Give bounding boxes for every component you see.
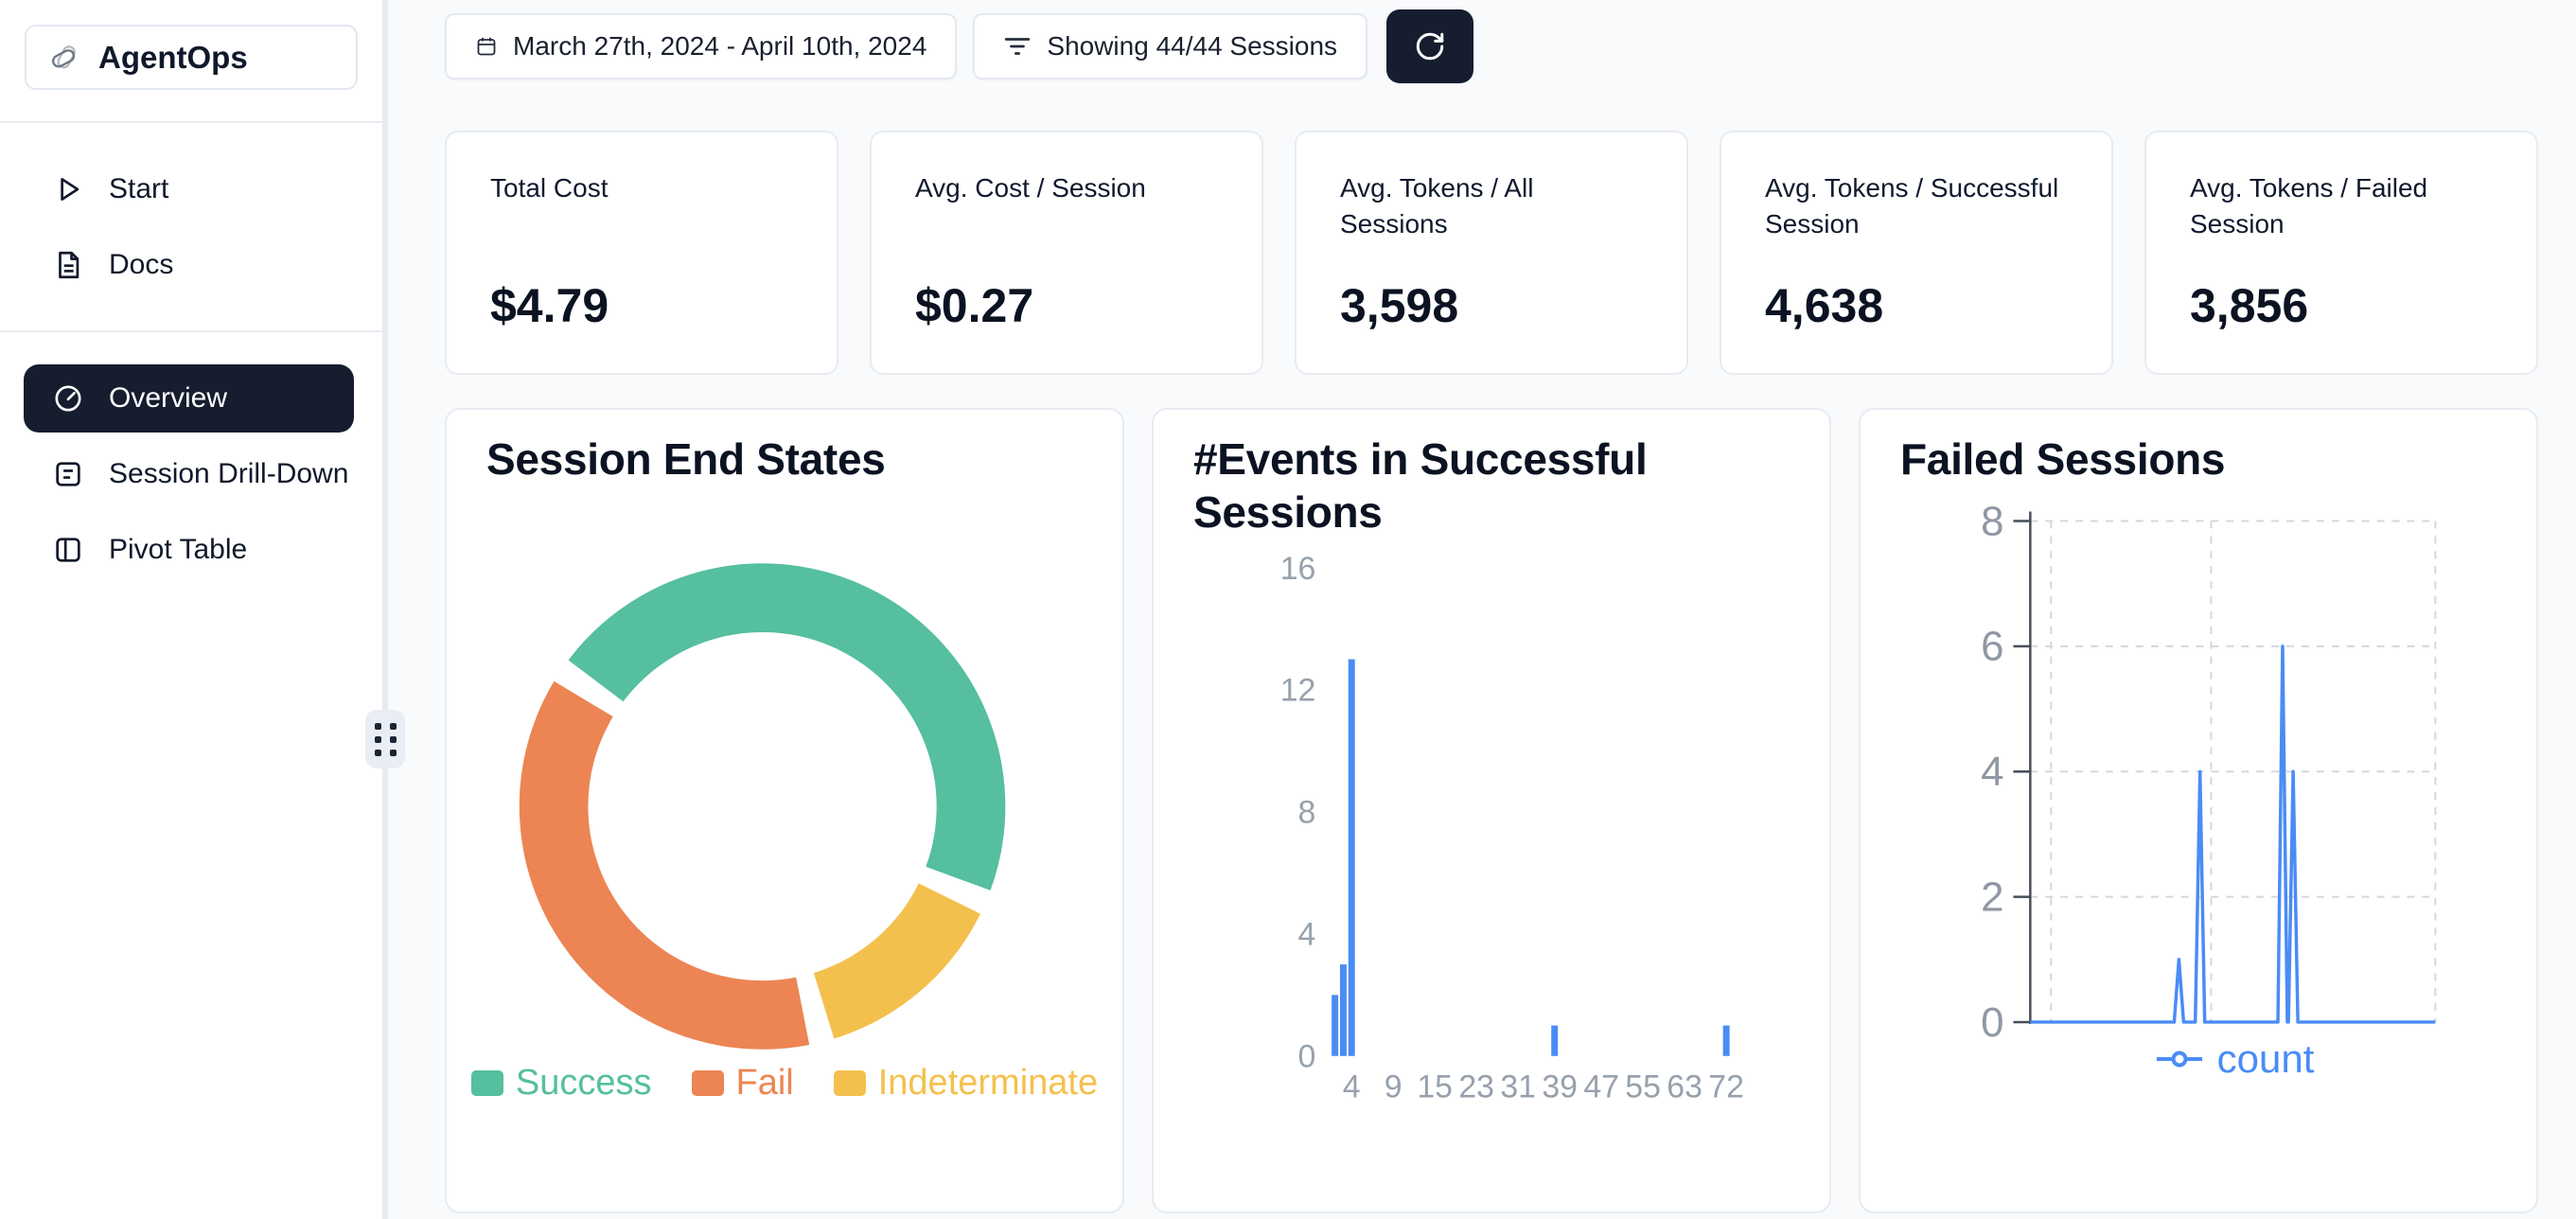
stat-card: Avg. Cost / Session $0.27 [870, 131, 1263, 375]
stat-card: Total Cost $4.79 [445, 131, 838, 375]
x-tick-label: 47 [1583, 1069, 1619, 1105]
y-tick-label: 8 [1981, 498, 2003, 544]
main-content: March 27th, 2024 - April 10th, 2024 Show… [388, 0, 2576, 1219]
histogram-bar [1551, 1026, 1558, 1056]
x-tick-label: 72 [1708, 1069, 1744, 1105]
x-tick-label: 63 [1667, 1069, 1703, 1105]
events-histogram-card: #Events in Successful Sessions 048121649… [1152, 408, 1831, 1213]
sidebar-item-label: Docs [109, 249, 173, 281]
x-tick-label: 15 [1417, 1069, 1453, 1105]
stat-label: Avg. Tokens / Failed Session [2190, 170, 2493, 241]
sidebar-item-session-drill-down[interactable]: Session Drill-Down [0, 440, 382, 508]
count-line [2030, 646, 2435, 1022]
line-legend-marker-icon [2155, 1051, 2204, 1068]
x-tick-label: 31 [1500, 1069, 1536, 1105]
agentops-logo-icon [49, 42, 81, 74]
agentops-dashboard: AgentOps Start Docs Overview Session Drill… [0, 0, 2576, 1219]
stat-label: Total Cost [490, 170, 793, 206]
y-tick-label: 12 [1280, 673, 1316, 709]
session-filter-button[interactable]: Showing 44/44 Sessions [973, 13, 1367, 80]
histogram-bar [1723, 1026, 1730, 1056]
drilldown-icon [52, 458, 84, 490]
sidebar-item-pivot-table[interactable]: Pivot Table [0, 516, 382, 584]
stat-value: 3,598 [1340, 278, 1643, 333]
legend-item-fail[interactable]: Fail [692, 1063, 794, 1104]
session-filter-label: Showing 44/44 Sessions [1047, 31, 1337, 62]
histogram-bar [1349, 660, 1355, 1056]
legend-item-indeterminate[interactable]: Indeterminate [834, 1063, 1098, 1104]
play-icon [52, 173, 84, 205]
y-tick-label: 4 [1298, 917, 1316, 953]
y-tick-label: 16 [1280, 551, 1316, 587]
docs-icon [52, 249, 84, 281]
events-bar-chart: 0481216491523313947556372 [1154, 410, 1829, 1211]
stat-value: 3,856 [2190, 278, 2493, 333]
stat-value: $0.27 [915, 278, 1218, 333]
donut-segment-indeterminate [824, 898, 950, 1005]
y-tick-label: 2 [1981, 874, 2003, 920]
failed-sessions-card: Failed Sessions 02468 count [1859, 408, 2538, 1213]
legend-label: Fail [736, 1063, 794, 1104]
sidebar-menu-top: Start Docs [0, 155, 382, 299]
stat-card: Avg. Tokens / Failed Session 3,856 [2144, 131, 2538, 375]
sidebar-item-start[interactable]: Start [0, 155, 382, 223]
x-tick-label: 23 [1458, 1069, 1494, 1105]
legend-item-success[interactable]: Success [471, 1063, 652, 1104]
sidebar-divider [0, 330, 382, 332]
stat-label: Avg. Cost / Session [915, 170, 1218, 206]
x-tick-label: 9 [1385, 1069, 1403, 1105]
refresh-button[interactable] [1386, 9, 1473, 83]
legend-label: Indeterminate [878, 1063, 1098, 1104]
sidebar-item-label: Overview [109, 382, 227, 415]
sidebar-item-label: Session Drill-Down [109, 458, 348, 490]
sidebar-menu-main: Overview Session Drill-Down Pivot Table [0, 364, 382, 584]
topbar: March 27th, 2024 - April 10th, 2024 Show… [445, 9, 2538, 83]
sidebar-resize-handle[interactable] [365, 710, 405, 768]
x-tick-label: 55 [1625, 1069, 1661, 1105]
y-tick-label: 0 [1298, 1039, 1316, 1075]
stat-value: 4,638 [1765, 278, 2068, 333]
legend-swatch [692, 1070, 724, 1096]
sidebar: AgentOps Start Docs Overview Session Drill… [0, 0, 388, 1219]
pivot-icon [52, 534, 84, 566]
x-tick-label: 4 [1343, 1069, 1361, 1105]
stat-label: Avg. Tokens / All Sessions [1340, 170, 1643, 241]
sidebar-item-label: Pivot Table [109, 534, 247, 566]
calendar-icon [475, 35, 498, 58]
refresh-icon [1414, 30, 1446, 62]
logo-text: AgentOps [98, 40, 248, 76]
histogram-bar [1332, 995, 1338, 1055]
stat-value: $4.79 [490, 278, 793, 333]
donut-segment-fail [554, 698, 803, 1015]
logo[interactable]: AgentOps [25, 25, 358, 90]
y-tick-label: 6 [1981, 624, 2003, 670]
gauge-icon [52, 382, 84, 415]
stat-label: Avg. Tokens / Successful Session [1765, 170, 2068, 241]
sidebar-item-label: Start [109, 173, 168, 205]
stats-row: Total Cost$4.79Avg. Cost / Session$0.27A… [445, 131, 2538, 375]
legend-swatch [471, 1070, 503, 1096]
filter-icon [1003, 32, 1032, 61]
legend-label: Success [516, 1063, 652, 1104]
legend-swatch [834, 1070, 866, 1096]
y-tick-label: 4 [1981, 749, 2003, 795]
y-tick-label: 8 [1298, 795, 1316, 831]
stat-card: Avg. Tokens / Successful Session 4,638 [1720, 131, 2113, 375]
stat-card: Avg. Tokens / All Sessions 3,598 [1295, 131, 1688, 375]
donut-segment-success [596, 598, 971, 879]
charts-row: Session End States SuccessFailIndetermin… [445, 408, 2538, 1213]
failed-sessions-line-chart: 0 2 4 6 8 [1861, 410, 2536, 1211]
sidebar-item-docs[interactable]: Docs [0, 231, 382, 299]
date-range-button[interactable]: March 27th, 2024 - April 10th, 2024 [445, 13, 957, 80]
date-range-label: March 27th, 2024 - April 10th, 2024 [513, 31, 926, 62]
line-legend-label: count [2217, 1036, 2315, 1082]
x-tick-label: 39 [1542, 1069, 1578, 1105]
line-chart-legend[interactable]: count [2031, 1036, 2438, 1082]
donut-legend: Success Fail Indeterminate [447, 1063, 1122, 1104]
sidebar-item-overview[interactable]: Overview [24, 364, 354, 433]
sidebar-divider [0, 121, 382, 123]
histogram-bar [1340, 964, 1347, 1056]
y-tick-label: 0 [1981, 999, 2003, 1046]
session-end-states-card: Session End States SuccessFailIndetermin… [445, 408, 1124, 1213]
